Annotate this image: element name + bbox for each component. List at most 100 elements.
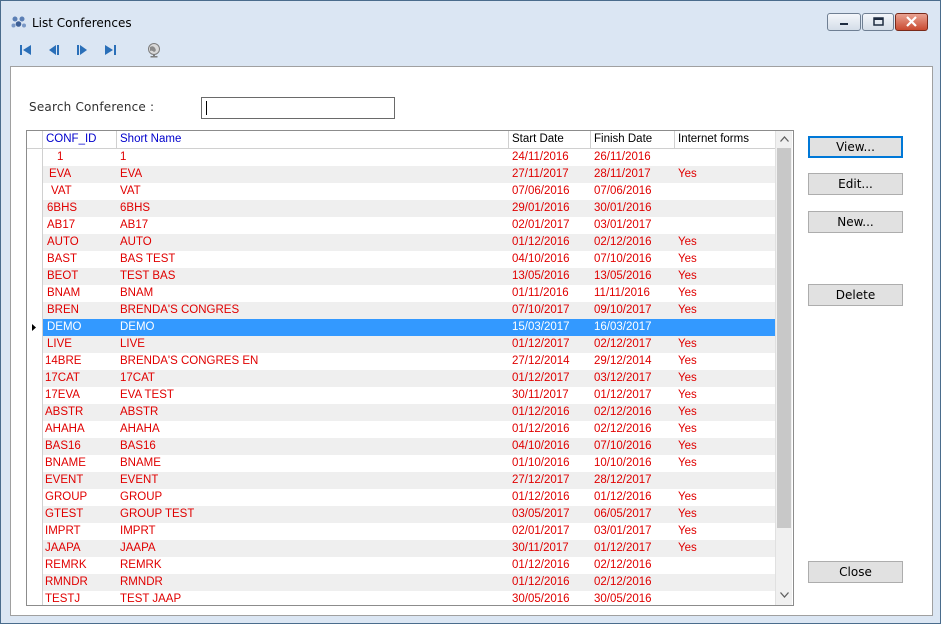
finish-date-cell: 01/12/2016	[594, 491, 652, 503]
table-row[interactable]: ABSTR ABSTR 01/12/2016 02/12/2016 Yes	[43, 404, 775, 421]
row-selector[interactable]	[27, 472, 43, 489]
table-row[interactable]: VAT VAT 07/06/2016 07/06/2016	[43, 183, 775, 200]
table-row[interactable]: REMRK REMRK 01/12/2016 02/12/2016	[43, 557, 775, 574]
row-selector[interactable]	[27, 166, 43, 183]
first-record-icon[interactable]	[18, 43, 34, 57]
new-button[interactable]: New...	[808, 211, 903, 233]
internet-forms-cell: Yes	[678, 372, 697, 384]
search-input[interactable]	[201, 97, 395, 119]
table-row[interactable]: 6BHS 6BHS 29/01/2016 30/01/2016	[43, 200, 775, 217]
column-header-start-date[interactable]: Start Date	[509, 131, 591, 148]
table-row[interactable]: BEOT TEST BAS 13/05/2016 13/05/2016 Yes	[43, 268, 775, 285]
short-name-cell: BNAME	[120, 457, 161, 469]
column-header-short-name[interactable]: Short Name	[117, 131, 509, 148]
table-row[interactable]: BAS16 BAS16 04/10/2016 07/10/2016 Yes	[43, 438, 775, 455]
row-selector[interactable]	[27, 387, 43, 404]
short-name-cell: AUTO	[120, 236, 152, 248]
row-selector[interactable]	[27, 251, 43, 268]
conf-id-cell: DEMO	[47, 321, 82, 333]
row-selector[interactable]	[27, 285, 43, 302]
row-selector[interactable]	[27, 370, 43, 387]
table-row[interactable]: BNAME BNAME 01/10/2016 10/10/2016 Yes	[43, 455, 775, 472]
conf-id-cell: REMRK	[45, 559, 87, 571]
conf-id-cell: GROUP	[45, 491, 88, 503]
minimize-button[interactable]	[827, 13, 861, 31]
row-selector[interactable]	[27, 574, 43, 591]
row-selector[interactable]	[27, 336, 43, 353]
row-selector[interactable]	[27, 319, 43, 336]
table-row[interactable]: RMNDR RMNDR 01/12/2016 02/12/2016	[43, 574, 775, 591]
row-selector[interactable]	[27, 438, 43, 455]
row-selector[interactable]	[27, 353, 43, 370]
row-selector[interactable]	[27, 404, 43, 421]
table-row[interactable]: EVA EVA 27/11/2017 28/11/2017 Yes	[43, 166, 775, 183]
scroll-up-icon[interactable]	[780, 136, 789, 142]
row-selector[interactable]	[27, 506, 43, 523]
row-selector[interactable]	[27, 149, 43, 166]
table-row[interactable]: 1 1 24/11/2016 26/11/2016	[43, 149, 775, 166]
conferences-grid[interactable]: CONF_ID Short Name Start Date Finish Dat…	[26, 130, 794, 606]
short-name-cell: GROUP	[120, 491, 163, 503]
column-header-internet-forms[interactable]: Internet forms	[675, 131, 775, 148]
table-row[interactable]: BNAM BNAM 01/11/2016 11/11/2016 Yes	[43, 285, 775, 302]
short-name-cell: IMPRT	[120, 525, 156, 537]
row-selector[interactable]	[27, 557, 43, 574]
table-row[interactable]: BREN BRENDA'S CONGRES 07/10/2017 09/10/2017…	[43, 302, 775, 319]
close-button[interactable]: Close	[808, 561, 903, 583]
edit-button[interactable]: Edit...	[808, 173, 903, 195]
table-row[interactable]: 17CAT 17CAT 01/12/2017 03/12/2017 Yes	[43, 370, 775, 387]
row-selector[interactable]	[27, 591, 43, 605]
table-row[interactable]: IMPRT IMPRT 02/01/2017 03/01/2017 Yes	[43, 523, 775, 540]
column-header-finish-date[interactable]: Finish Date	[591, 131, 675, 148]
current-row-indicator-icon	[32, 324, 36, 331]
row-selector[interactable]	[27, 455, 43, 472]
conf-id-cell: ABSTR	[45, 406, 84, 418]
row-selector[interactable]	[27, 540, 43, 557]
row-selector[interactable]	[27, 234, 43, 251]
row-selector[interactable]	[27, 183, 43, 200]
last-record-icon[interactable]	[102, 43, 118, 57]
view-button[interactable]: View...	[808, 136, 903, 158]
table-row[interactable]: TESTJ TEST JAAP 30/05/2016 30/05/2016	[43, 591, 775, 605]
row-selector[interactable]	[27, 523, 43, 540]
row-selector[interactable]	[27, 302, 43, 319]
short-name-cell: EVA	[120, 168, 143, 180]
table-row[interactable]: LIVE LIVE 01/12/2017 02/12/2017 Yes	[43, 336, 775, 353]
delete-button[interactable]: Delete	[808, 284, 903, 306]
table-row[interactable]: AHAHA AHAHA 01/12/2016 02/12/2016 Yes	[43, 421, 775, 438]
start-date-cell: 03/05/2017	[512, 508, 570, 520]
table-row[interactable]: 14BRE BRENDA'S CONGRES EN 27/12/2014 29/12/…	[43, 353, 775, 370]
table-row[interactable]: GTEST GROUP TEST 03/05/2017 06/05/2017 Yes	[43, 506, 775, 523]
row-selector[interactable]	[27, 421, 43, 438]
table-row[interactable]: DEMO DEMO 15/03/2017 16/03/2017	[43, 319, 775, 336]
start-date-cell: 02/01/2017	[512, 525, 570, 537]
start-date-cell: 01/12/2016	[512, 576, 570, 588]
column-header-conf-id[interactable]: CONF_ID	[43, 131, 117, 148]
vertical-scrollbar[interactable]	[775, 131, 792, 605]
finish-date-cell: 02/12/2016	[594, 236, 652, 248]
client-area: Search Conference : CONF_ID Short Name S…	[10, 66, 933, 616]
row-selector[interactable]	[27, 489, 43, 506]
row-selector[interactable]	[27, 200, 43, 217]
close-window-button[interactable]	[895, 13, 928, 31]
navigation-toolbar	[1, 35, 940, 65]
table-row[interactable]: BAST BAS TEST 04/10/2016 07/10/2016 Yes	[43, 251, 775, 268]
table-row[interactable]: 17EVA EVA TEST 30/11/2017 01/12/2017 Yes	[43, 387, 775, 404]
conf-id-cell: BAS16	[45, 440, 81, 452]
table-row[interactable]: JAAPA JAAPA 30/11/2017 01/12/2017 Yes	[43, 540, 775, 557]
row-selector[interactable]	[27, 268, 43, 285]
start-date-cell: 01/10/2016	[512, 457, 570, 469]
scroll-down-icon[interactable]	[780, 592, 789, 598]
globe-icon[interactable]	[146, 42, 162, 58]
maximize-button[interactable]	[862, 13, 894, 31]
start-date-cell: 27/12/2014	[512, 355, 570, 367]
table-row[interactable]: AUTO AUTO 01/12/2016 02/12/2016 Yes	[43, 234, 775, 251]
row-selector[interactable]	[27, 217, 43, 234]
previous-record-icon[interactable]	[46, 43, 62, 57]
next-record-icon[interactable]	[74, 43, 90, 57]
scrollbar-thumb[interactable]	[777, 148, 791, 528]
table-row[interactable]: EVENT EVENT 27/12/2017 28/12/2017	[43, 472, 775, 489]
table-row[interactable]: GROUP GROUP 01/12/2016 01/12/2016 Yes	[43, 489, 775, 506]
conf-id-cell: EVENT	[45, 474, 84, 486]
table-row[interactable]: AB17 AB17 02/01/2017 03/01/2017	[43, 217, 775, 234]
